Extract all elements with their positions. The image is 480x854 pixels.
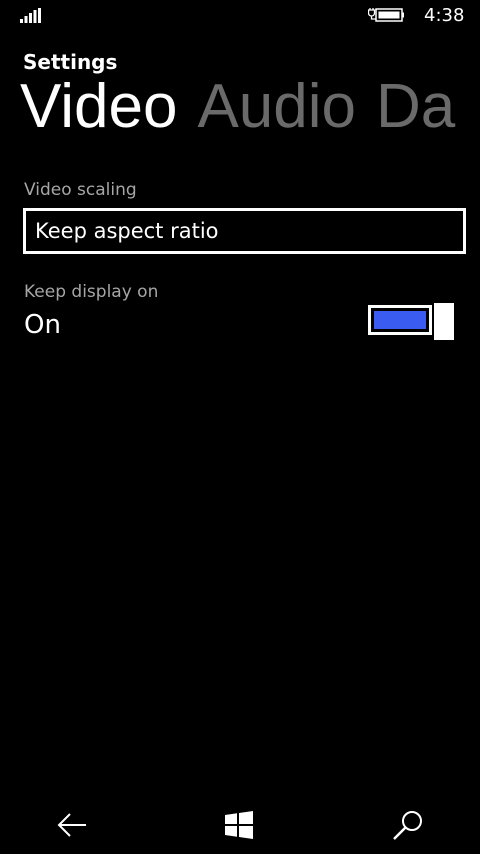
video-scaling-value: Keep aspect ratio xyxy=(35,219,219,243)
tab-video[interactable]: Video xyxy=(20,72,177,141)
pivot-header: Video Audio Da xyxy=(20,70,475,144)
tab-data[interactable]: Da xyxy=(376,72,455,141)
toggle-track xyxy=(368,305,432,335)
windows-logo-icon[interactable] xyxy=(222,808,256,842)
keep-display-on-toggle[interactable] xyxy=(368,303,454,340)
back-arrow-icon[interactable] xyxy=(55,808,89,842)
battery-charging-icon xyxy=(368,8,404,22)
toggle-fill xyxy=(374,311,426,329)
navigation-bar xyxy=(0,794,480,854)
clock: 4:38 xyxy=(424,5,465,26)
signal-strength-icon xyxy=(20,8,41,23)
toggle-thumb[interactable] xyxy=(434,303,454,340)
keep-display-on-label: Keep display on xyxy=(24,282,159,302)
tab-audio[interactable]: Audio xyxy=(197,72,356,141)
video-scaling-label: Video scaling xyxy=(24,180,137,200)
status-bar: 4:38 xyxy=(0,0,480,32)
search-icon[interactable] xyxy=(391,808,425,842)
video-scaling-select[interactable]: Keep aspect ratio xyxy=(23,208,466,254)
keep-display-on-state: On xyxy=(24,310,61,340)
